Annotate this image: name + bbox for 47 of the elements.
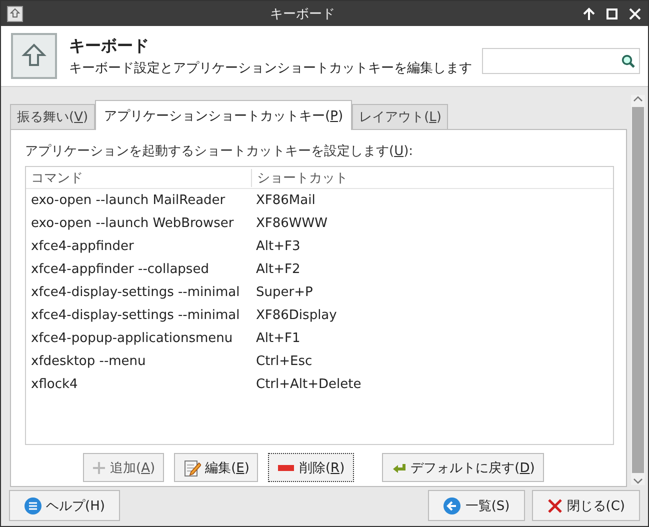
plus-icon bbox=[92, 460, 106, 474]
table-cell-text: xfce4-popup-applicationsmenu bbox=[30, 331, 234, 346]
keep-above-icon[interactable] bbox=[582, 6, 596, 20]
pencil-note-icon bbox=[183, 458, 202, 476]
table-cell-text: Ctrl+Esc bbox=[255, 354, 312, 369]
table-cell-text: exo-open --launch WebBrowser bbox=[30, 216, 235, 231]
table-cell-text: XF86Display bbox=[255, 308, 337, 323]
close-icon[interactable] bbox=[628, 6, 642, 20]
table-cell-text: xfce4-display-settings --minimal bbox=[30, 308, 241, 323]
column-header[interactable]: コマンド bbox=[26, 168, 251, 186]
table-cell-text: exo-open --launch MailReader bbox=[30, 193, 226, 208]
window-title: キーボード bbox=[269, 6, 336, 22]
table-cell-text: Alt+F2 bbox=[255, 262, 300, 277]
search-field[interactable] bbox=[482, 48, 640, 74]
back-button[interactable]: 一覧(S) bbox=[428, 490, 525, 521]
app-icon[interactable] bbox=[7, 6, 23, 22]
tab[interactable]: レイアウト(L) bbox=[352, 104, 448, 129]
maximize-icon[interactable] bbox=[605, 6, 619, 20]
header-title: キーボード bbox=[69, 36, 150, 56]
tab[interactable]: アプリケーションショートカットキー(P) bbox=[95, 100, 352, 130]
table-cell-text: Ctrl+Alt+Delete bbox=[255, 377, 362, 392]
scroll-up-icon bbox=[633, 95, 643, 103]
table-cell-text: XF86Mail bbox=[255, 193, 316, 208]
table-cell-text: Super+P bbox=[255, 285, 313, 300]
menu-circle-icon bbox=[24, 496, 42, 514]
help-button[interactable]: ヘルプ(H) bbox=[9, 490, 120, 521]
table-cell-text: xfce4-appfinder --collapsed bbox=[30, 262, 210, 277]
table-cell-text: Alt+F1 bbox=[255, 331, 300, 346]
table-cell-text: xfce4-display-settings --minimal bbox=[30, 285, 241, 300]
remove-button[interactable]: 削除(R) bbox=[268, 453, 354, 482]
reset-button[interactable]: デフォルトに戻す(D) bbox=[382, 453, 544, 482]
column-header[interactable]: ショートカット bbox=[251, 168, 348, 186]
header-subtitle: キーボード設定とアプリケーションショートカットキーを編集します bbox=[69, 60, 473, 76]
table-cell-text: xflock4 bbox=[30, 377, 79, 392]
scrollbar[interactable] bbox=[631, 95, 645, 485]
scroll-down-icon bbox=[633, 477, 643, 485]
tab[interactable]: 振る舞い(V) bbox=[10, 104, 96, 129]
table-cell-text: xfdesktop --menu bbox=[30, 354, 147, 369]
table-cell-text: xfce4-appfinder bbox=[30, 239, 135, 254]
close-button[interactable]: 閉じる(C) bbox=[532, 490, 640, 521]
list-label: アプリケーションを起動するショートカットキーを設定します(U): bbox=[25, 143, 414, 160]
table-cell-text: XF86WWW bbox=[255, 216, 328, 231]
minus-icon bbox=[277, 462, 296, 472]
close-icon bbox=[546, 498, 563, 514]
table-cell-text: Alt+F3 bbox=[255, 239, 300, 254]
search-icon bbox=[621, 54, 635, 68]
edit-button[interactable]: 編集(E) bbox=[174, 453, 258, 482]
